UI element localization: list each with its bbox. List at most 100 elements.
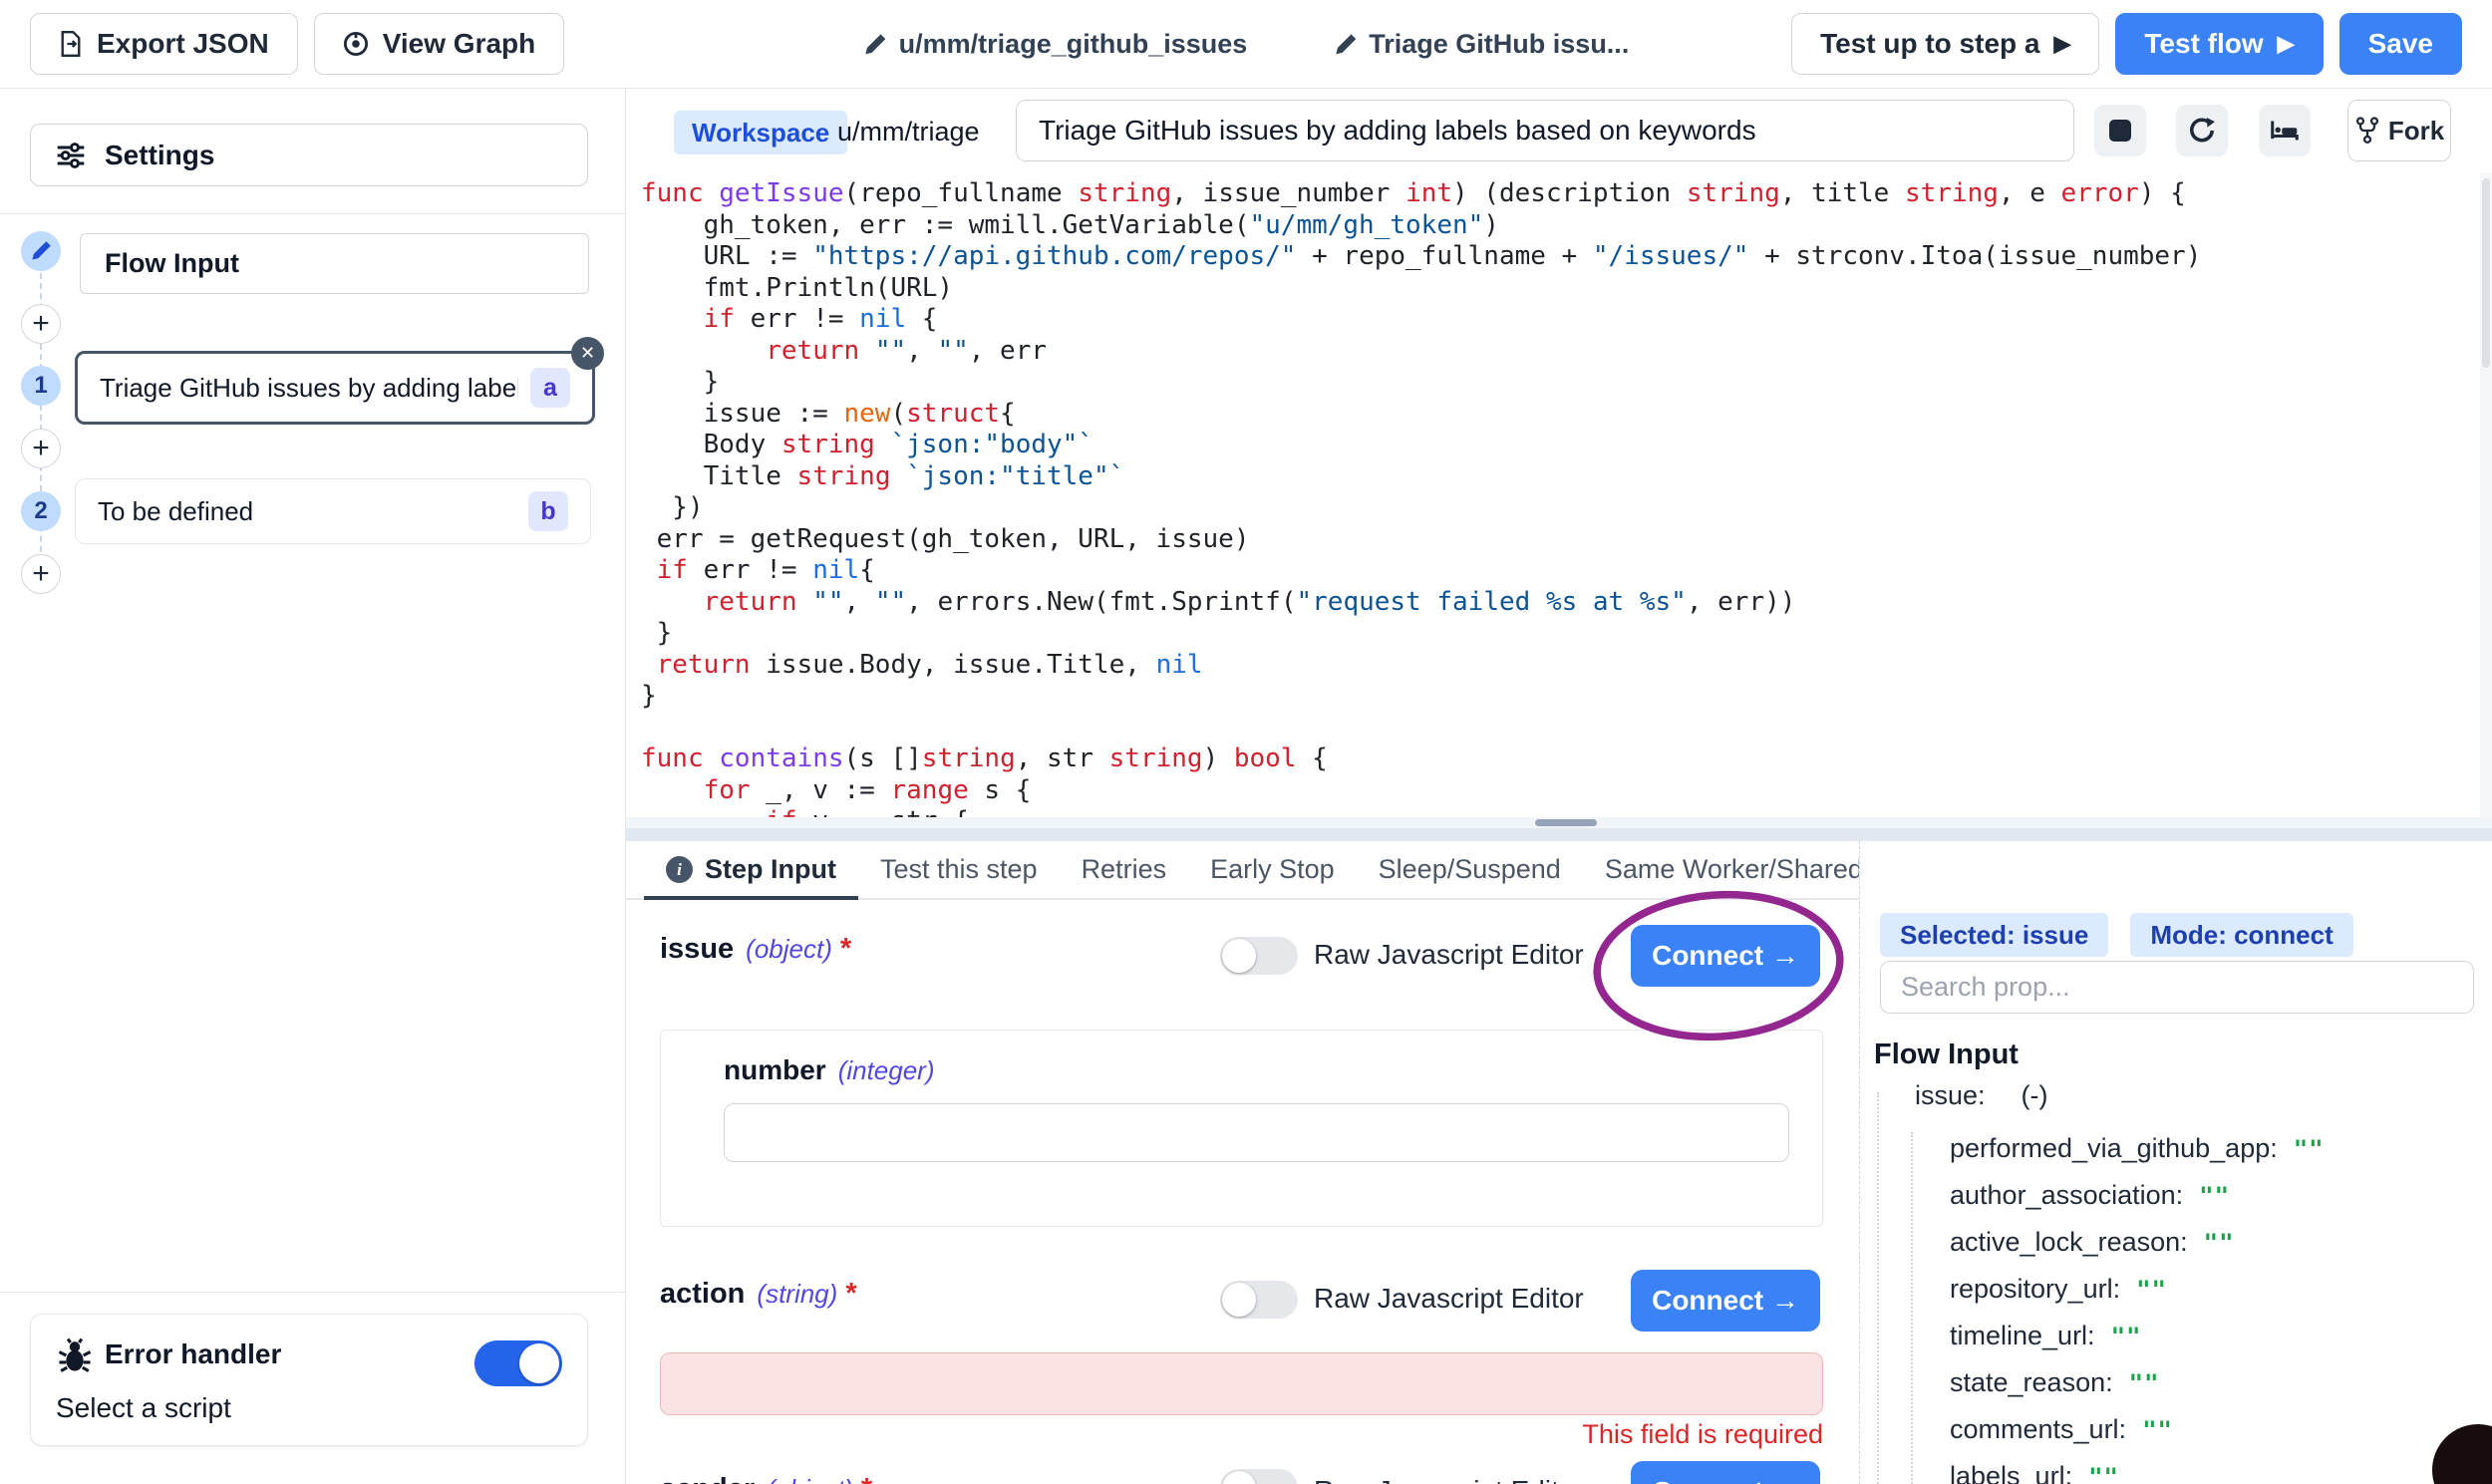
tab-early-stop[interactable]: Early Stop bbox=[1188, 841, 1357, 898]
tree-indent-guide bbox=[1911, 1132, 1913, 1484]
error-handler-title: Error handler bbox=[105, 1338, 281, 1370]
save-button[interactable]: Save bbox=[2339, 13, 2462, 75]
connect-panel: Selected: issue Mode: connect Flow Input… bbox=[1860, 841, 2492, 1484]
error-handler-script[interactable]: Select a script bbox=[56, 1392, 231, 1424]
step-input-panel: i Step Input Test this step Retries Earl… bbox=[626, 841, 1860, 1484]
workspace-badge[interactable]: Workspace bbox=[674, 111, 847, 154]
flow-input-root-issue[interactable]: issue:(-) bbox=[1915, 1080, 2048, 1111]
topbar: Export JSON View Graph u/mm/triage_githu… bbox=[0, 0, 2492, 89]
script-path: u/mm/triage bbox=[837, 117, 980, 148]
mode-badge: Mode: connect bbox=[2130, 913, 2352, 957]
git-fork-icon bbox=[2354, 117, 2380, 145]
flow-input-prop[interactable]: timeline_url:"" bbox=[1950, 1313, 2325, 1359]
play-icon: ▶ bbox=[2278, 31, 2295, 57]
stop-icon bbox=[2109, 120, 2131, 142]
flow-sidebar: Settings Flow Input + Triage GitHub issu… bbox=[0, 89, 626, 1484]
step-node-a[interactable]: Triage GitHub issues by adding labels ..… bbox=[75, 351, 595, 425]
bug-icon bbox=[56, 1336, 94, 1379]
raw-editor-label: Raw Javascript Editor bbox=[1314, 1475, 1584, 1484]
add-step-button[interactable]: + bbox=[21, 554, 61, 594]
step-label: Triage GitHub issues by adding labels ..… bbox=[100, 373, 518, 404]
tab-step-input[interactable]: i Step Input bbox=[644, 841, 858, 898]
search-prop-input[interactable] bbox=[1880, 961, 2474, 1014]
tab-same-worker[interactable]: Same Worker/Shared dir bbox=[1583, 841, 1860, 898]
field-label-action: action(string)* bbox=[660, 1278, 857, 1311]
required-error-text: This field is required bbox=[660, 1419, 1823, 1450]
raw-editor-label: Raw Javascript Editor bbox=[1314, 1283, 1584, 1315]
error-handler-toggle[interactable] bbox=[474, 1340, 562, 1386]
pencil-icon bbox=[1333, 33, 1357, 57]
flow-input-prop[interactable]: author_association:"" bbox=[1950, 1172, 2325, 1219]
flow-input-props: performed_via_github_app:""author_associ… bbox=[1950, 1125, 2325, 1484]
flow-input-prop[interactable]: state_reason:"" bbox=[1950, 1359, 2325, 1406]
pencil-icon bbox=[30, 240, 52, 262]
tab-retries[interactable]: Retries bbox=[1060, 841, 1189, 898]
remove-step-button[interactable]: ✕ bbox=[571, 337, 604, 370]
scrollbar-thumb[interactable] bbox=[1535, 819, 1597, 826]
connect-button-issue[interactable]: Connect → bbox=[1631, 925, 1820, 987]
action-input-invalid[interactable] bbox=[660, 1352, 1823, 1415]
field-label-issue: issue(object)* bbox=[660, 933, 851, 966]
pencil-icon bbox=[863, 33, 887, 57]
flow-input-prop[interactable]: labels_url:"" bbox=[1950, 1453, 2325, 1484]
flow-input-prop[interactable]: performed_via_github_app:"" bbox=[1950, 1125, 2325, 1172]
stop-button[interactable] bbox=[2094, 105, 2146, 156]
field-label-sender: sender(object)* bbox=[660, 1473, 872, 1484]
windmill-flow-editor: Export JSON View Graph u/mm/triage_githu… bbox=[0, 0, 2492, 1484]
flow-path-edit[interactable]: u/mm/triage_github_issues bbox=[863, 29, 1248, 60]
number-input[interactable] bbox=[724, 1103, 1789, 1162]
eye-icon bbox=[343, 31, 369, 57]
selected-badge: Selected: issue bbox=[1880, 913, 2108, 957]
connect-button-sender[interactable]: Connect → bbox=[1631, 1461, 1820, 1484]
step-number: 2 bbox=[21, 491, 61, 531]
play-icon: ▶ bbox=[2053, 31, 2070, 57]
raw-editor-label: Raw Javascript Editor bbox=[1314, 939, 1584, 971]
code-vertical-scrollbar[interactable] bbox=[2480, 172, 2492, 817]
issue-object-card: number(integer) bbox=[660, 1030, 1823, 1227]
code-horizontal-scrollbar[interactable] bbox=[626, 817, 2492, 828]
test-flow-button[interactable]: Test flow▶ bbox=[2115, 13, 2323, 75]
sidebar-divider bbox=[0, 213, 625, 214]
breadcrumb: u/mm/triage_github_issues Triage GitHub … bbox=[863, 0, 1630, 89]
step-number: 1 bbox=[21, 366, 61, 406]
step-badge: b bbox=[528, 491, 568, 531]
field-label-number: number(integer) bbox=[724, 1054, 935, 1086]
corner-cursor-artifact bbox=[2432, 1424, 2492, 1484]
step-tabs: i Step Input Test this step Retries Earl… bbox=[626, 841, 1859, 900]
sleep-button[interactable] bbox=[2259, 105, 2311, 156]
export-json-button[interactable]: Export JSON bbox=[30, 13, 298, 75]
step-editor-header: Workspace u/mm/triage Fork bbox=[626, 89, 2492, 172]
sidebar-divider bbox=[0, 1292, 625, 1293]
flow-title-edit[interactable]: Triage GitHub issu... bbox=[1333, 29, 1629, 60]
flow-input-node[interactable]: Flow Input bbox=[80, 233, 589, 294]
file-export-icon bbox=[59, 31, 83, 57]
panel-splitter[interactable] bbox=[626, 828, 2492, 841]
settings-button[interactable]: Settings bbox=[30, 124, 588, 186]
connect-button-action[interactable]: Connect → bbox=[1631, 1270, 1820, 1332]
flow-input-icon[interactable] bbox=[21, 231, 61, 271]
raw-editor-toggle-issue[interactable] bbox=[1220, 937, 1298, 975]
fork-button[interactable]: Fork bbox=[2347, 100, 2451, 161]
tab-test-this-step[interactable]: Test this step bbox=[858, 841, 1060, 898]
flow-input-heading: Flow Input bbox=[1874, 1039, 2019, 1071]
error-handler-card[interactable]: Error handler Select a script bbox=[30, 1314, 588, 1446]
tab-sleep-suspend[interactable]: Sleep/Suspend bbox=[1357, 841, 1583, 898]
refresh-button[interactable] bbox=[2176, 105, 2228, 156]
step-summary-input[interactable] bbox=[1016, 100, 2074, 161]
flow-input-prop[interactable]: comments_url:"" bbox=[1950, 1406, 2325, 1453]
step-node-b[interactable]: To be defined b bbox=[75, 478, 591, 544]
step-badge: a bbox=[530, 368, 570, 408]
bed-icon bbox=[2270, 116, 2300, 146]
flow-input-prop[interactable]: repository_url:"" bbox=[1950, 1266, 2325, 1313]
flow-input-prop[interactable]: active_lock_reason:"" bbox=[1950, 1219, 2325, 1266]
sliders-icon bbox=[55, 141, 87, 170]
add-step-button[interactable]: + bbox=[21, 429, 61, 468]
info-icon: i bbox=[666, 856, 693, 883]
raw-editor-toggle-action[interactable] bbox=[1220, 1281, 1298, 1319]
code-editor[interactable]: func getIssue(repo_fullname string, issu… bbox=[626, 172, 2480, 817]
view-graph-button[interactable]: View Graph bbox=[314, 13, 565, 75]
raw-editor-toggle-sender[interactable] bbox=[1220, 1469, 1298, 1484]
add-step-button[interactable]: + bbox=[21, 304, 61, 344]
step-label: To be defined bbox=[98, 496, 516, 527]
test-up-to-step-button[interactable]: Test up to step a▶ bbox=[1791, 13, 2099, 75]
